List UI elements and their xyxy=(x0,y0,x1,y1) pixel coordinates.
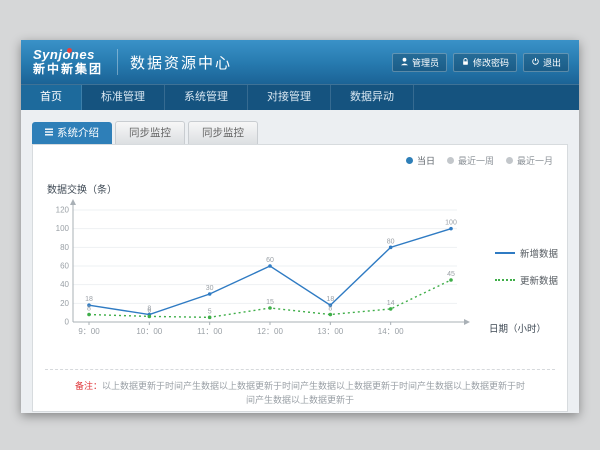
list-icon xyxy=(45,127,53,139)
tab-sync-monitor-2[interactable]: 同步监控 xyxy=(188,121,258,144)
logo-company-text: 新中新集团 xyxy=(33,63,103,76)
svg-text:30: 30 xyxy=(206,285,214,292)
data-exchange-line-chart: 0 20 40 60 80 100 120 9：00 10：00 11：00 12：00 13：00 1… xyxy=(45,198,485,348)
chart-legend: 新增数据 更新数据 xyxy=(495,246,558,300)
tab-sync-monitor-1-label: 同步监控 xyxy=(129,125,171,140)
header-actions: 管理员 修改密码 退出 xyxy=(386,53,569,72)
legend-updated-data-label: 更新数据 xyxy=(520,273,558,287)
change-password-label: 修改密码 xyxy=(473,56,509,69)
main-nav: 首页 标准管理 系统管理 对接管理 数据异动 xyxy=(21,84,579,110)
user-icon xyxy=(400,57,409,68)
svg-text:0: 0 xyxy=(65,318,70,327)
svg-text:14：00: 14：00 xyxy=(378,327,404,336)
svg-text:14: 14 xyxy=(387,300,395,307)
change-password-button[interactable]: 修改密码 xyxy=(453,53,517,72)
nav-item-standard-mgmt[interactable]: 标准管理 xyxy=(82,85,165,110)
svg-text:15: 15 xyxy=(266,299,274,306)
tab-system-intro-label: 系统介绍 xyxy=(57,125,99,140)
legend-line-sample xyxy=(495,279,515,281)
admin-user-label: 管理员 xyxy=(412,56,439,69)
tab-bar: 系统介绍 同步监控 同步监控 xyxy=(32,123,568,144)
legend-item-new-data: 新增数据 xyxy=(495,246,558,260)
svg-text:100: 100 xyxy=(445,220,457,227)
footnote-label: 备注： xyxy=(75,381,102,391)
nav-item-home[interactable]: 首页 xyxy=(21,85,82,110)
filter-last-month[interactable]: 最近一月 xyxy=(506,154,553,167)
svg-text:18: 18 xyxy=(326,296,334,303)
filter-last-week-label: 最近一周 xyxy=(458,154,494,167)
legend-item-updated-data: 更新数据 xyxy=(495,273,558,287)
svg-text:10：00: 10：00 xyxy=(136,327,162,336)
app-header: Synjones 新中新集团 数据资源中心 管理员 修改密码 xyxy=(21,40,579,84)
svg-text:9：00: 9：00 xyxy=(78,327,100,336)
filter-today[interactable]: 当日 xyxy=(406,154,435,167)
chart-area: 0 20 40 60 80 100 120 9：00 10：00 11：00 12：00 13：00 1… xyxy=(45,198,555,368)
svg-text:18: 18 xyxy=(85,296,93,303)
filter-last-month-label: 最近一月 xyxy=(517,154,553,167)
tab-system-intro[interactable]: 系统介绍 xyxy=(32,122,112,144)
filter-last-week[interactable]: 最近一周 xyxy=(447,154,494,167)
radio-dot-icon xyxy=(506,157,513,164)
legend-new-data-label: 新增数据 xyxy=(520,246,558,260)
y-axis-title: 数据交换（条） xyxy=(47,181,555,196)
svg-text:40: 40 xyxy=(60,280,69,289)
nav-item-interface-mgmt[interactable]: 对接管理 xyxy=(248,85,331,110)
svg-text:60: 60 xyxy=(266,257,274,264)
svg-text:120: 120 xyxy=(56,206,70,215)
svg-text:11：00: 11：00 xyxy=(197,327,223,336)
power-icon xyxy=(531,57,540,68)
app-window: Synjones 新中新集团 数据资源中心 管理员 修改密码 xyxy=(21,40,579,413)
time-range-filters: 当日 最近一周 最近一月 xyxy=(406,154,553,167)
filter-today-label: 当日 xyxy=(417,154,435,167)
svg-text:60: 60 xyxy=(60,262,69,271)
footnote: 备注：以上数据更新于时间产生数据以上数据更新于时间产生数据以上数据更新于时间产生… xyxy=(45,369,555,411)
svg-text:20: 20 xyxy=(60,299,69,308)
svg-text:12：00: 12：00 xyxy=(257,327,283,336)
logout-button[interactable]: 退出 xyxy=(523,53,569,72)
svg-text:80: 80 xyxy=(60,243,69,252)
nav-item-system-mgmt[interactable]: 系统管理 xyxy=(165,85,248,110)
svg-text:80: 80 xyxy=(387,238,395,245)
svg-text:13：00: 13：00 xyxy=(317,327,343,336)
svg-text:100: 100 xyxy=(56,224,70,233)
content-area: 系统介绍 同步监控 同步监控 当日 最近一周 xyxy=(21,110,579,413)
admin-user-button[interactable]: 管理员 xyxy=(392,53,447,72)
lock-icon xyxy=(461,57,470,68)
svg-text:6: 6 xyxy=(147,307,151,314)
chart-panel: 当日 最近一周 最近一月 数据交换（条） 0 20 40 60 80 100 120 9：00… xyxy=(32,144,568,412)
desktop-background: Synjones 新中新集团 数据资源中心 管理员 修改密码 xyxy=(0,0,600,450)
svg-text:45: 45 xyxy=(447,271,455,278)
header-divider xyxy=(117,49,118,75)
footnote-text: 以上数据更新于时间产生数据以上数据更新于时间产生数据以上数据更新于时间产生数据以… xyxy=(102,381,525,405)
svg-text:8: 8 xyxy=(87,306,91,313)
tab-sync-monitor-1[interactable]: 同步监控 xyxy=(115,121,185,144)
legend-line-sample xyxy=(495,252,515,254)
tab-sync-monitor-2-label: 同步监控 xyxy=(202,125,244,140)
svg-text:5: 5 xyxy=(208,308,212,315)
x-axis-title: 日期（小时） xyxy=(489,321,546,335)
radio-dot-icon xyxy=(447,157,454,164)
company-logo: Synjones 新中新集团 xyxy=(31,46,113,77)
logout-label: 退出 xyxy=(543,56,561,69)
nav-item-data-changes[interactable]: 数据异动 xyxy=(331,85,414,110)
radio-dot-icon xyxy=(406,157,413,164)
app-title: 数据资源中心 xyxy=(130,52,232,73)
svg-text:8: 8 xyxy=(328,306,332,313)
